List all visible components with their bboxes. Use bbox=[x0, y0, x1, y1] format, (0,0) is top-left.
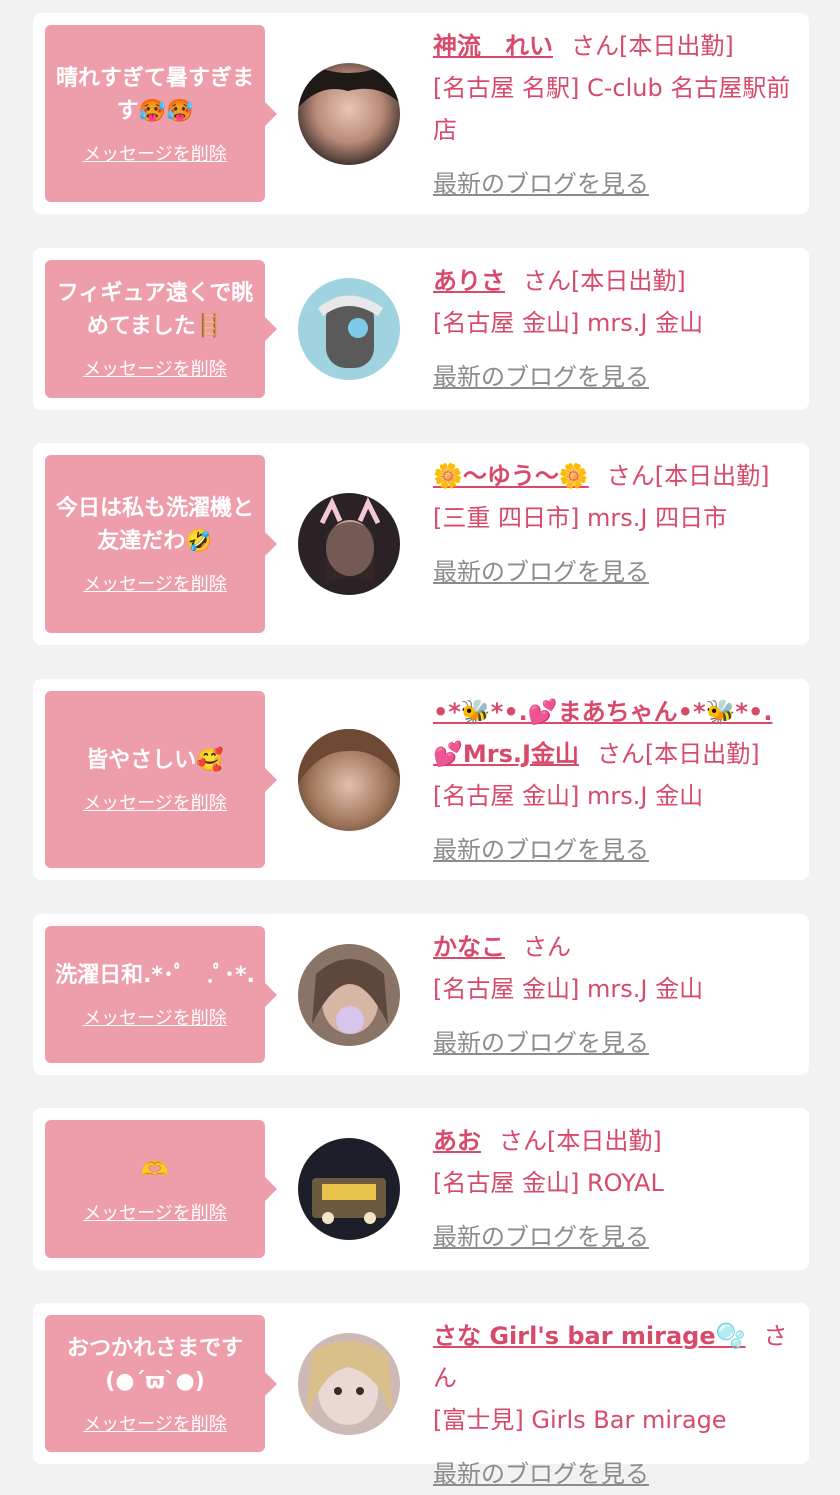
message-bubble: おつかれさまです(●´ϖ`●) メッセージを削除 bbox=[45, 1315, 277, 1452]
profile-info: あお さん[本日出勤] [名古屋 金山] ROYAL 最新のブログを見る bbox=[433, 1120, 793, 1258]
profile-info: かなこ さん [名古屋 金山] mrs.J 金山 最新のブログを見る bbox=[433, 926, 793, 1064]
list-item: 晴れすぎて暑すぎます🥵🥵 メッセージを削除 神流 れい さん[本日出勤] [名古屋… bbox=[33, 13, 809, 214]
delete-message-button[interactable]: メッセージを削除 bbox=[83, 789, 227, 815]
message-bubble: フィギュア遠くで眺めてました🪜 メッセージを削除 bbox=[45, 260, 277, 398]
message-bubble: 晴れすぎて暑すぎます🥵🥵 メッセージを削除 bbox=[45, 25, 277, 202]
delete-message-button[interactable]: メッセージを削除 bbox=[83, 355, 227, 381]
avatar[interactable] bbox=[298, 63, 400, 165]
avatar[interactable] bbox=[298, 278, 400, 380]
name-suffix: さん[本日出勤] bbox=[606, 462, 770, 490]
delete-message-button[interactable]: メッセージを削除 bbox=[83, 1199, 227, 1225]
shop-label: [名古屋 金山] mrs.J 金山 bbox=[433, 782, 704, 810]
profile-info: ありさ さん[本日出勤] [名古屋 金山] mrs.J 金山 最新のブログを見る bbox=[433, 260, 793, 398]
profile-info: 🌼〜ゆう〜🌼 さん[本日出勤] [三重 四日市] mrs.J 四日市 最新のブログ… bbox=[433, 455, 793, 593]
blog-link[interactable]: 最新のブログを見る bbox=[433, 1216, 649, 1258]
shop-label: [名古屋 金山] mrs.J 金山 bbox=[433, 309, 704, 337]
avatar[interactable] bbox=[298, 493, 400, 595]
blog-link[interactable]: 最新のブログを見る bbox=[433, 829, 649, 871]
name-suffix: さん[本日出勤] bbox=[596, 740, 760, 768]
profile-name-link[interactable]: さな Girl's bar mirage🫧 bbox=[433, 1322, 746, 1350]
delete-message-button[interactable]: メッセージを削除 bbox=[83, 1004, 227, 1030]
profile-info: •*🐝*•.💕まあちゃん•*🐝*•.💕Mrs.J金山 さん[本日出勤] [名古屋 … bbox=[433, 691, 793, 871]
delete-message-button[interactable]: メッセージを削除 bbox=[83, 140, 227, 166]
name-suffix: さん[本日出勤] bbox=[571, 32, 734, 60]
shop-label: [名古屋 名駅] C-club 名古屋駅前店 bbox=[433, 74, 791, 144]
message-bubble: 今日は私も洗濯機と友達だわ🤣 メッセージを削除 bbox=[45, 455, 277, 633]
name-suffix: さん[本日出勤] bbox=[499, 1127, 662, 1155]
message-text: 🫶 bbox=[141, 1157, 169, 1183]
avatar[interactable] bbox=[298, 1333, 400, 1435]
delete-message-button[interactable]: メッセージを削除 bbox=[83, 1410, 227, 1436]
message-bubble: 洗濯日和.*･ﾟ .ﾟ･*. メッセージを削除 bbox=[45, 926, 277, 1063]
profile-info: 神流 れい さん[本日出勤] [名古屋 名駅] C-club 名古屋駅前店 最新の… bbox=[433, 25, 793, 205]
list-item: おつかれさまです(●´ϖ`●) メッセージを削除 さな Girl's bar m… bbox=[33, 1303, 809, 1488]
profile-name-link[interactable]: 神流 れい bbox=[433, 32, 553, 60]
avatar[interactable] bbox=[298, 944, 400, 1046]
list-item: 洗濯日和.*･ﾟ .ﾟ･*. メッセージを削除 かなこ さん [名古屋 金山] m… bbox=[33, 914, 809, 1075]
delete-message-button[interactable]: メッセージを削除 bbox=[83, 570, 227, 596]
list-item: フィギュア遠くで眺めてました🪜 メッセージを削除 ありさ さん[本日出勤] [名古… bbox=[33, 248, 809, 410]
message-text: 洗濯日和.*･ﾟ .ﾟ･*. bbox=[55, 963, 255, 988]
message-text: 今日は私も洗濯機と友達だわ🤣 bbox=[55, 496, 254, 554]
list-item: 今日は私も洗濯機と友達だわ🤣 メッセージを削除 🌼〜ゆう〜🌼 さん[本日出勤] [… bbox=[33, 443, 809, 645]
profile-name-link[interactable]: あお bbox=[433, 1127, 481, 1155]
shop-label: [名古屋 金山] ROYAL bbox=[433, 1169, 664, 1197]
message-text: おつかれさまです(●´ϖ`●) bbox=[66, 1335, 243, 1394]
list-item: 皆やさしい🥰 メッセージを削除 •*🐝*•.💕まあちゃん•*🐝*•.💕Mrs.J… bbox=[33, 679, 809, 880]
message-text: フィギュア遠くで眺めてました🪜 bbox=[56, 281, 254, 339]
avatar[interactable] bbox=[298, 729, 400, 831]
message-bubble: 🫶 メッセージを削除 bbox=[45, 1120, 277, 1258]
profile-name-link[interactable]: かなこ bbox=[433, 933, 505, 961]
blog-link[interactable]: 最新のブログを見る bbox=[433, 1453, 649, 1495]
message-bubble: 皆やさしい🥰 メッセージを削除 bbox=[45, 691, 277, 868]
blog-link[interactable]: 最新のブログを見る bbox=[433, 356, 649, 398]
shop-label: [三重 四日市] mrs.J 四日市 bbox=[433, 504, 728, 532]
profile-info: さな Girl's bar mirage🫧 さん [富士見] Girls Bar … bbox=[433, 1315, 793, 1495]
profile-name-link[interactable]: ありさ bbox=[433, 267, 505, 295]
shop-label: [名古屋 金山] mrs.J 金山 bbox=[433, 975, 704, 1003]
profile-name-link[interactable]: 🌼〜ゆう〜🌼 bbox=[433, 462, 589, 490]
shop-label: [富士見] Girls Bar mirage bbox=[433, 1406, 727, 1434]
message-text: 皆やさしい🥰 bbox=[86, 748, 224, 773]
list-item: 🫶 メッセージを削除 あお さん[本日出勤] [名古屋 金山] ROYAL 最新の… bbox=[33, 1108, 809, 1270]
name-suffix: さん bbox=[523, 933, 571, 961]
avatar[interactable] bbox=[298, 1138, 400, 1240]
message-text: 晴れすぎて暑すぎます🥵🥵 bbox=[55, 65, 254, 124]
blog-link[interactable]: 最新のブログを見る bbox=[433, 1022, 649, 1064]
blog-link[interactable]: 最新のブログを見る bbox=[433, 163, 649, 205]
blog-link[interactable]: 最新のブログを見る bbox=[433, 551, 649, 593]
name-suffix: さん[本日出勤] bbox=[523, 267, 686, 295]
